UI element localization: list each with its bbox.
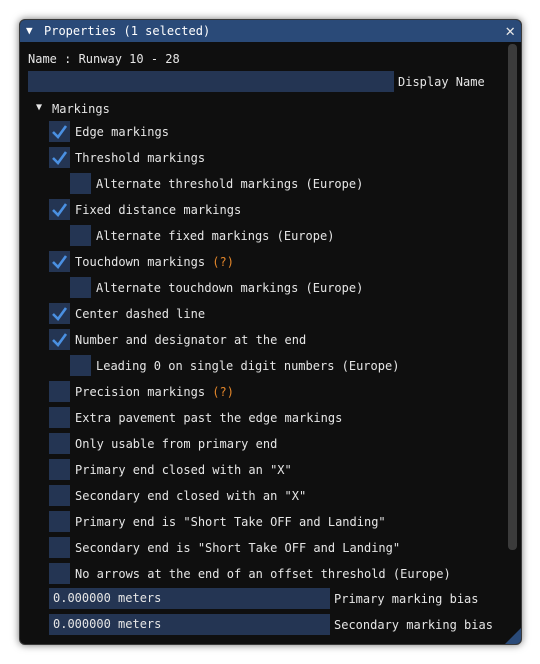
name-line: Name : Runway 10 - 28: [28, 52, 180, 66]
properties-window: ▼ Properties (1 selected) ✕ Name : Runwa…: [19, 19, 522, 645]
collapse-arrow-icon[interactable]: ▼: [26, 24, 33, 37]
checkbox-label: Secondary end is "Short Take OFF and Lan…: [75, 541, 401, 555]
primary-marking-bias-input[interactable]: 0.000000 meters: [49, 588, 330, 609]
checkbox-label: Precision markings (?): [75, 385, 234, 399]
close-icon[interactable]: ✕: [505, 21, 515, 40]
checkbox-label: Leading 0 on single digit numbers (Europ…: [96, 359, 400, 373]
scrollbar[interactable]: [508, 44, 517, 550]
title-bar[interactable]: ▼ Properties (1 selected) ✕: [20, 20, 521, 42]
checkbox-label: Primary end is "Short Take OFF and Landi…: [75, 515, 386, 529]
secondary-marking-bias-label: Secondary marking bias: [334, 618, 493, 632]
checkbox[interactable]: [49, 147, 70, 168]
checkbox[interactable]: [49, 251, 70, 272]
window-title: Properties (1 selected): [44, 24, 211, 38]
checkbox[interactable]: [49, 511, 70, 532]
checkbox[interactable]: [49, 121, 70, 142]
checkbox[interactable]: [70, 355, 91, 376]
checkbox-label: Center dashed line: [75, 307, 206, 321]
checkbox[interactable]: [49, 407, 70, 428]
checkbox-label: Primary end closed with an "X": [75, 463, 292, 477]
checkbox[interactable]: [49, 303, 70, 324]
checkbox[interactable]: [49, 485, 70, 506]
checkmark-icon: [52, 125, 68, 139]
checkmark-icon: [52, 203, 68, 217]
checkbox[interactable]: [70, 225, 91, 246]
secondary-marking-bias-input[interactable]: 0.000000 meters: [49, 614, 330, 635]
checkbox-label: No arrows at the end of an offset thresh…: [75, 567, 451, 581]
resize-grip[interactable]: [505, 628, 521, 644]
checkbox-label: Number and designator at the end: [75, 333, 307, 347]
checkbox-label: Extra pavement past the edge markings: [75, 411, 343, 425]
checkbox-label: Secondary end closed with an "X": [75, 489, 307, 503]
checkbox[interactable]: [49, 329, 70, 350]
primary-marking-bias-label: Primary marking bias: [334, 592, 479, 606]
checkbox-label: Only usable from primary end: [75, 437, 278, 451]
checkmark-icon: [52, 307, 68, 321]
checkbox-label: Threshold markings: [75, 151, 206, 165]
markings-collapse-icon[interactable]: ▼: [36, 102, 42, 113]
checkbox[interactable]: [49, 537, 70, 558]
checkbox[interactable]: [49, 563, 70, 584]
markings-section-header[interactable]: Markings: [52, 102, 110, 116]
checkbox-label: Alternate threshold markings (Europe): [96, 177, 364, 191]
display-name-label: Display Name: [398, 75, 485, 89]
checkbox-label: Touchdown markings (?): [75, 255, 234, 269]
checkbox-label: Alternate fixed markings (Europe): [96, 229, 335, 243]
help-hint[interactable]: (?): [205, 385, 234, 399]
help-hint[interactable]: (?): [205, 255, 234, 269]
checkbox[interactable]: [49, 381, 70, 402]
checkmark-icon: [52, 333, 68, 347]
checkbox[interactable]: [49, 433, 70, 454]
checkbox[interactable]: [70, 277, 91, 298]
display-name-input[interactable]: [28, 71, 394, 92]
checkbox-label: Fixed distance markings: [75, 203, 242, 217]
checkmark-icon: [52, 151, 68, 165]
checkbox[interactable]: [49, 459, 70, 480]
checkbox-label: Alternate touchdown markings (Europe): [96, 281, 364, 295]
checkbox-label: Edge markings: [75, 125, 169, 139]
checkbox[interactable]: [70, 173, 91, 194]
checkbox[interactable]: [49, 199, 70, 220]
checkmark-icon: [52, 255, 68, 269]
